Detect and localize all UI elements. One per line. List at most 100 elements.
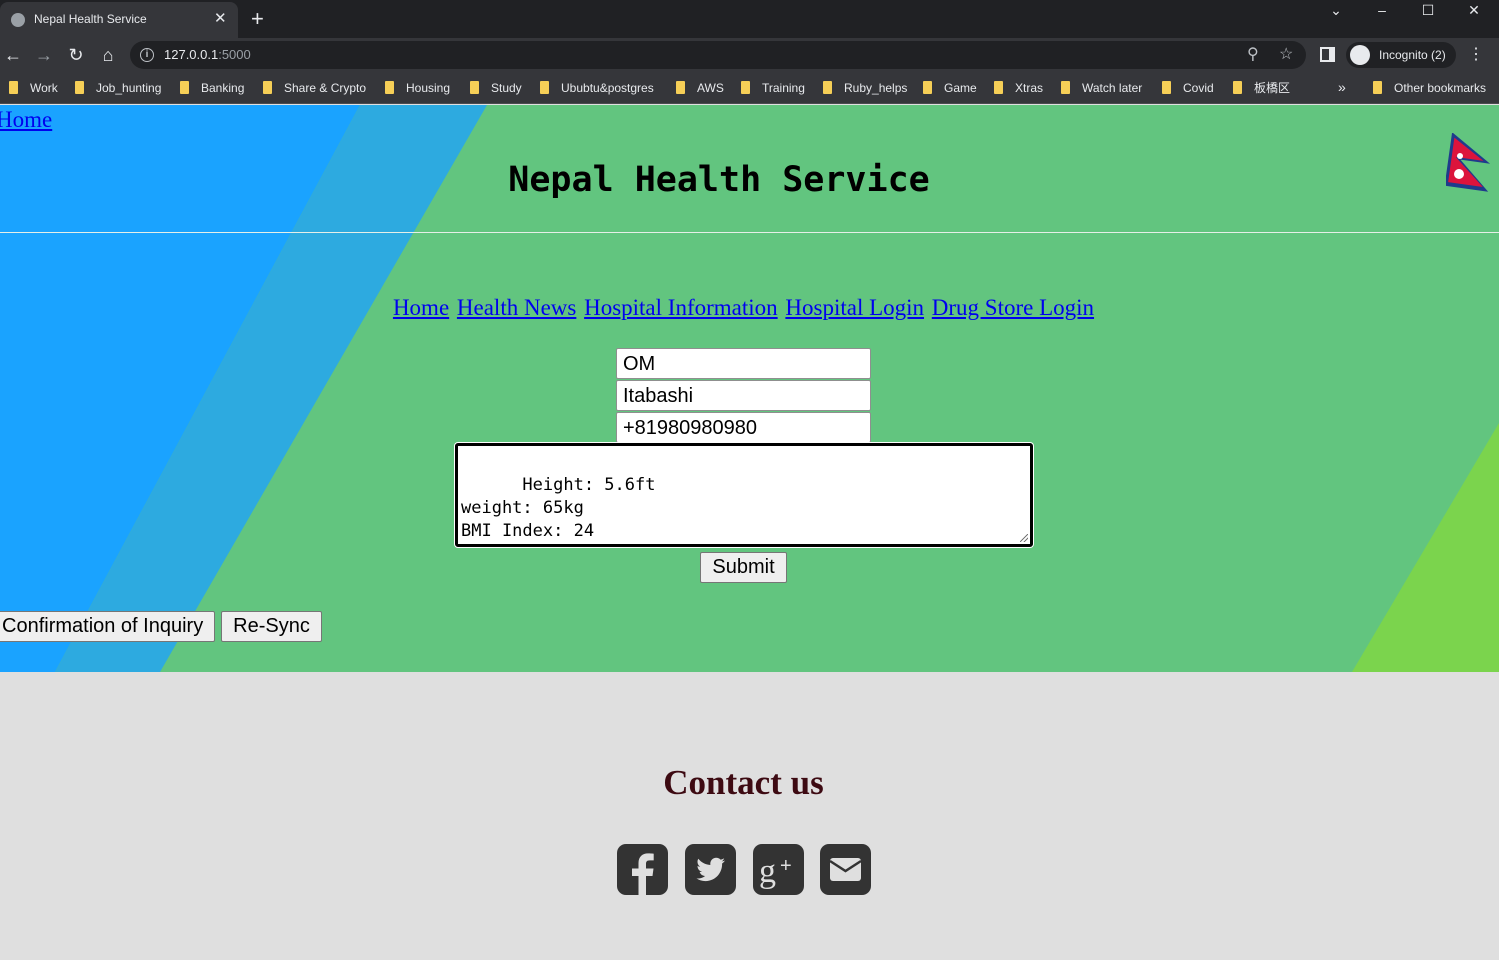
folder-icon [180,81,189,94]
browser-tabstrip: Nepal Health Service ✕ + ⌄ – ☐ ✕ [0,0,1499,38]
bookmark-label: Game [944,81,977,95]
twitter-icon[interactable] [685,844,736,895]
submit-button[interactable]: Submit [700,552,787,583]
folder-icon [540,81,549,94]
folder-icon [385,81,394,94]
bookmark-folder[interactable]: Xtras [994,80,1043,96]
header-divider [0,232,1499,233]
folder-icon [676,81,685,94]
bookmark-label: Training [762,81,805,95]
other-bookmarks-folder[interactable]: Other bookmarks [1373,80,1486,96]
header-home-link[interactable]: Home [0,107,52,133]
bookmark-folder[interactable]: Share & Crypto [263,80,366,96]
zoom-icon[interactable]: ⚲ [1247,45,1259,65]
phone-field[interactable]: +81980980980 [616,412,871,443]
nav-link-home[interactable]: Home [393,295,449,320]
bookmark-folder[interactable]: Training [741,80,805,96]
bookmark-folder[interactable]: Work [9,80,58,96]
resize-handle-icon[interactable] [1020,534,1028,542]
reload-icon[interactable]: ↻ [65,44,87,66]
bookmark-folder[interactable]: Job_hunting [75,80,161,96]
confirmation-of-inquiry-button[interactable]: Confirmation of Inquiry [0,611,215,642]
bookmarks-bar: Work Job_hunting Banking Share & Crypto … [0,72,1499,104]
url-port: :5000 [218,47,251,62]
folder-icon [1373,81,1382,94]
nav-link-hospital-login[interactable]: Hospital Login [785,295,924,320]
incognito-icon [1350,45,1370,65]
facebook-icon[interactable] [617,844,668,895]
bookmark-label: Banking [201,81,245,95]
tab-search-icon[interactable]: ⌄ [1321,0,1351,20]
page-content: Home Nepal Health Service Home Health Ne… [0,105,1499,960]
svg-text:g: g [759,853,776,890]
health-details-text: Height: 5.6ft weight: 65kg BMI Index: 24 [461,475,656,541]
bookmark-label: Ububtu&postgres [561,81,654,95]
nav-link-hospital-information[interactable]: Hospital Information [584,295,778,320]
tab-title: Nepal Health Service [34,12,147,26]
forward-icon[interactable]: → [33,44,55,66]
bookmark-folder[interactable]: Ruby_helps [823,80,907,96]
browser-toolbar: ← → ↻ ⌂ i 127.0.0.1:5000 ⚲ ☆ Incognito (… [0,38,1499,72]
bookmark-label: Watch later [1082,81,1143,95]
bookmark-label: 板橋区 [1254,81,1291,95]
new-tab-button[interactable]: + [251,7,264,31]
bookmark-label: Ruby_helps [844,81,908,95]
page-title: Nepal Health Service [508,160,930,200]
home-icon[interactable]: ⌂ [97,44,119,66]
incognito-label: Incognito (2) [1379,48,1446,62]
google-plus-icon[interactable]: g + [753,844,804,895]
info-icon[interactable]: i [140,48,154,62]
bookmark-folder[interactable]: Study [470,80,522,96]
nav-link-health-news[interactable]: Health News [457,295,576,320]
side-panel-icon[interactable] [1320,47,1335,62]
bookmark-label: Other bookmarks [1394,81,1487,95]
address-field[interactable]: Itabashi [616,380,871,411]
kebab-menu-icon[interactable]: ⋮ [1468,46,1484,64]
bookmark-label: Study [491,81,522,95]
folder-icon [9,81,18,94]
bookmark-label: AWS [697,81,724,95]
bookmark-folder[interactable]: Banking [180,80,244,96]
bookmark-label: Covid [1183,81,1214,95]
bookmark-label: Xtras [1015,81,1044,95]
folder-icon [823,81,832,94]
envelope-icon[interactable] [820,844,871,895]
folder-icon [741,81,750,94]
bookmark-folder[interactable]: Covid [1162,80,1214,96]
folder-icon [1162,81,1171,94]
bookmark-label: Job_hunting [96,81,162,95]
star-icon[interactable]: ☆ [1279,45,1293,65]
bookmarks-overflow-button[interactable]: » [1338,79,1346,95]
bookmark-folder[interactable]: Ububtu&postgres [540,80,654,96]
resync-button[interactable]: Re-Sync [221,611,322,642]
health-details-textarea[interactable]: Height: 5.6ft weight: 65kg BMI Index: 24 [455,443,1033,547]
folder-icon [923,81,932,94]
name-field[interactable]: OM [616,348,871,379]
hero-section: Home Nepal Health Service Home Health Ne… [0,105,1499,672]
bookmark-folder[interactable]: Watch later [1061,80,1142,96]
browser-tab[interactable]: Nepal Health Service ✕ [0,2,238,38]
nav-link-drug-store-login[interactable]: Drug Store Login [932,295,1094,320]
incognito-profile-button[interactable]: Incognito (2) [1346,42,1456,68]
bookmark-folder[interactable]: 板橋区 [1233,80,1290,96]
back-icon[interactable]: ← [2,44,24,66]
folder-icon [1233,81,1242,94]
contact-heading: Contact us [663,763,824,802]
lime-corner [1352,423,1499,672]
bookmark-folder[interactable]: Game [923,80,977,96]
folder-icon [75,81,84,94]
close-tab-icon[interactable]: ✕ [214,10,227,28]
bookmark-folder[interactable]: Housing [385,80,450,96]
folder-icon [470,81,479,94]
url-host: 127.0.0.1 [164,47,219,62]
minimize-icon[interactable]: – [1367,0,1397,20]
address-bar[interactable]: i 127.0.0.1:5000 ⚲ ☆ [130,41,1306,69]
maximize-icon[interactable]: ☐ [1413,0,1443,20]
folder-icon [1061,81,1070,94]
url-text: 127.0.0.1:5000 [164,47,251,62]
bookmark-folder[interactable]: AWS [676,80,724,96]
window-close-icon[interactable]: ✕ [1459,0,1489,20]
bookmark-label: Housing [406,81,451,95]
bookmark-label: Work [30,81,58,95]
svg-text:+: + [780,855,792,877]
